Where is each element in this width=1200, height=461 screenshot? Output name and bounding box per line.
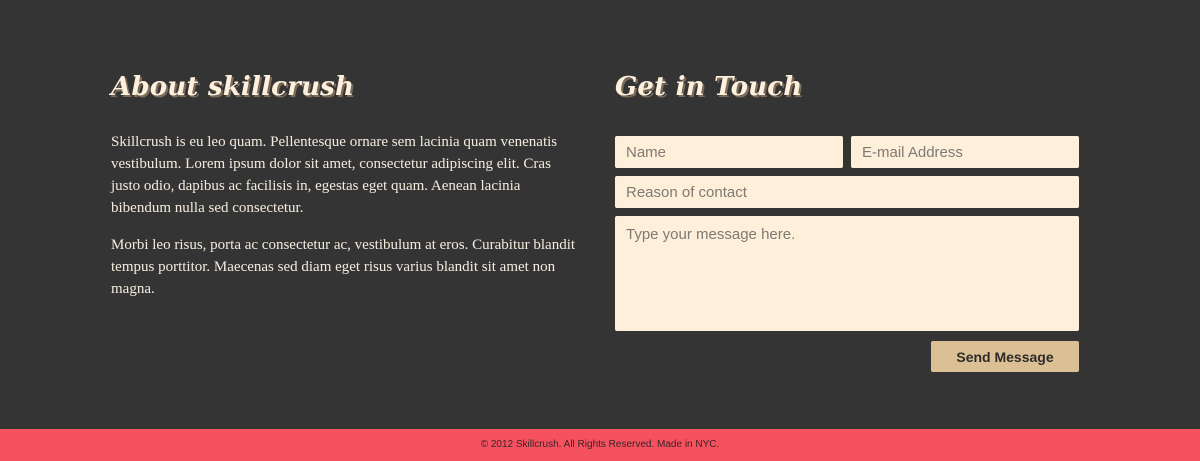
about-paragraph-1: Skillcrush is eu leo quam. Pellentesque … <box>111 134 558 216</box>
about-paragraph-2: Morbi leo risus, porta ac consectetur ac… <box>111 237 576 297</box>
about-section: About skillcrush Skillcrush is eu leo qu… <box>111 70 581 300</box>
message-field[interactable] <box>615 216 1079 331</box>
send-message-button[interactable]: Send Message <box>931 341 1079 372</box>
main-section: About skillcrush Skillcrush is eu leo qu… <box>0 0 1200 429</box>
page: About skillcrush Skillcrush is eu leo qu… <box>0 0 1200 461</box>
footer: © 2012 Skillcrush. All Rights Reserved. … <box>0 429 1200 461</box>
email-field[interactable] <box>851 136 1079 168</box>
contact-heading: Get in Touch <box>615 72 803 102</box>
copyright-text: © 2012 Skillcrush. All Rights Reserved. … <box>480 439 720 450</box>
about-heading: About skillcrush <box>111 72 355 102</box>
contact-section: Get in Touch Send Message <box>615 70 1079 372</box>
name-field[interactable] <box>615 136 843 168</box>
about-text: Skillcrush is eu leo quam. Pellentesque … <box>111 131 581 300</box>
reason-field[interactable] <box>615 176 1079 208</box>
